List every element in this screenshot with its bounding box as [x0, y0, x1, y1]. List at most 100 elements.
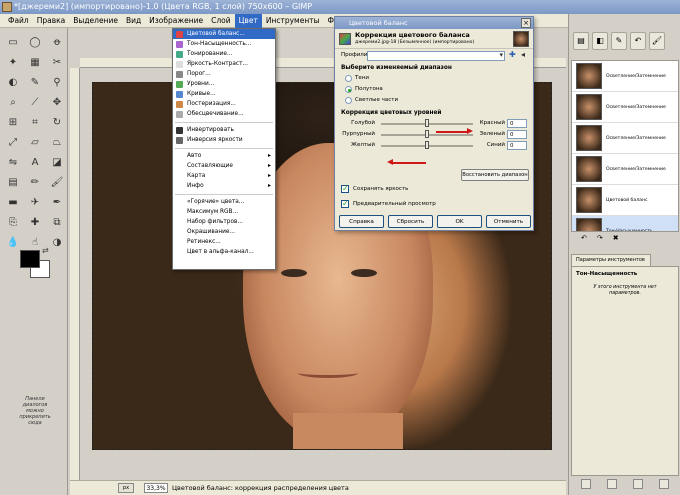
- color-menu-item-14[interactable]: Инфо ▸: [173, 181, 275, 191]
- color-menu-item-2[interactable]: Тонирование...: [173, 49, 275, 59]
- close-icon[interactable]: ×: [521, 18, 531, 28]
- range-option-0[interactable]: Тени: [335, 73, 533, 84]
- heal-tool-icon[interactable]: ✚: [26, 214, 44, 230]
- move-tool-icon[interactable]: ✥: [48, 94, 66, 110]
- color-select-tool-icon[interactable]: ▦: [26, 54, 44, 70]
- airbrush-tool-icon[interactable]: ✈: [26, 194, 44, 210]
- swap-colors-icon[interactable]: ⇄: [42, 246, 49, 255]
- paintbrush-tool-icon[interactable]: 🖌: [48, 174, 66, 190]
- zoom-field[interactable]: 33,3%: [144, 483, 168, 493]
- cancel-button[interactable]: Отменить: [486, 215, 531, 228]
- redo-icon[interactable]: ↷: [597, 234, 603, 248]
- pencil-tool-icon[interactable]: ✏: [26, 174, 44, 190]
- crop-tool-icon[interactable]: ⌗: [26, 114, 44, 130]
- preview-row[interactable]: Предварительный просмотр: [341, 198, 436, 210]
- eraser-tool-icon[interactable]: ▬: [4, 194, 22, 210]
- help-button[interactable]: Справка: [339, 215, 384, 228]
- color-menu-item-9[interactable]: Инвертировать: [173, 125, 275, 135]
- slider-handle[interactable]: [425, 130, 429, 138]
- shear-tool-icon[interactable]: ▱: [26, 134, 44, 150]
- tool-options-tab[interactable]: Параметры инструментов: [571, 254, 651, 266]
- range-option-2[interactable]: Светлые части: [335, 95, 533, 106]
- clone-tool-icon[interactable]: ⎘: [4, 214, 22, 230]
- profile-menu-icon[interactable]: ◂: [521, 50, 525, 59]
- color-menu-item-11[interactable]: Авто ▸: [173, 151, 275, 161]
- menu-item-0[interactable]: Файл: [4, 14, 33, 28]
- preserve-luminosity-checkbox[interactable]: [341, 183, 349, 195]
- range-radio[interactable]: [345, 97, 352, 104]
- paths-tab-icon[interactable]: ✎: [611, 32, 627, 50]
- preserve-luminosity-row[interactable]: Сохранять яркость: [341, 183, 408, 195]
- channels-tab-icon[interactable]: ◧: [592, 32, 608, 50]
- scissors-tool-icon[interactable]: ✂: [48, 54, 66, 70]
- range-radio[interactable]: [345, 86, 352, 93]
- fuzzy-select-tool-icon[interactable]: ✦: [4, 54, 22, 70]
- color-menu-item-15[interactable]: «Горячие» цвета...: [173, 197, 275, 207]
- delete-options-icon[interactable]: [633, 479, 643, 489]
- measure-tool-icon[interactable]: ⟋: [26, 94, 44, 110]
- add-profile-icon[interactable]: ✚: [509, 50, 516, 59]
- range-option-1[interactable]: Полутона: [335, 84, 533, 95]
- blur-tool-icon[interactable]: 💧: [4, 234, 22, 250]
- layers-tab-icon[interactable]: ▤: [573, 32, 589, 50]
- color-swatches[interactable]: ⇄: [20, 246, 54, 280]
- slider-value-spinbox[interactable]: 0: [507, 119, 527, 128]
- clear-history-icon[interactable]: ✖: [613, 234, 619, 248]
- color-menu-item-4[interactable]: Порог...: [173, 69, 275, 79]
- brushes-tab-icon[interactable]: 🖌: [649, 32, 665, 50]
- history-item[interactable]: Тон-Насыщенность: [572, 216, 678, 231]
- undo-icon[interactable]: ↶: [581, 234, 587, 248]
- scale-tool-icon[interactable]: ⤢: [4, 134, 22, 150]
- menu-item-7[interactable]: Инструменты: [262, 14, 324, 28]
- zoom-tool-icon[interactable]: ⌕: [4, 94, 22, 110]
- color-picker-tool-icon[interactable]: ⚲: [48, 74, 66, 90]
- ink-tool-icon[interactable]: ✒: [48, 194, 66, 210]
- preview-checkbox[interactable]: [341, 198, 349, 210]
- history-item[interactable]: Осветление/Затемнение: [572, 92, 678, 123]
- flip-tool-icon[interactable]: ⇋: [4, 154, 22, 170]
- color-menu-item-5[interactable]: Уровни...: [173, 79, 275, 89]
- vertical-ruler[interactable]: [70, 68, 80, 480]
- save-options-icon[interactable]: [581, 479, 591, 489]
- blend-tool-icon[interactable]: ▤: [4, 174, 22, 190]
- history-item[interactable]: Осветление/Затемнение: [572, 61, 678, 92]
- bucket-fill-tool-icon[interactable]: ◪: [48, 154, 66, 170]
- color-menu-item-1[interactable]: Тон-Насыщенность...: [173, 39, 275, 49]
- paths-tool-icon[interactable]: ✎: [26, 74, 44, 90]
- profile-combo[interactable]: [367, 51, 505, 61]
- color-menu-item-20[interactable]: Цвет в альфа-канал...: [173, 247, 275, 257]
- color-menu-item-8[interactable]: Обесцвечивание...: [173, 109, 275, 119]
- ellipse-select-tool-icon[interactable]: ◯: [26, 34, 44, 50]
- slider-handle[interactable]: [425, 119, 429, 127]
- align-tool-icon[interactable]: ⊞: [4, 114, 22, 130]
- dodge-burn-tool-icon[interactable]: ◑: [48, 234, 66, 250]
- color-menu-item-7[interactable]: Постеризация...: [173, 99, 275, 109]
- menu-item-5[interactable]: Слой: [207, 14, 235, 28]
- slider-value-spinbox[interactable]: 0: [507, 141, 527, 150]
- color-menu-item-0[interactable]: Цветовой баланс...: [173, 29, 275, 39]
- color-menu-item-16[interactable]: Максимум RGB...: [173, 207, 275, 217]
- restore-options-icon[interactable]: [607, 479, 617, 489]
- reset-range-button[interactable]: Восстановить диапазон: [461, 169, 529, 181]
- menu-item-6[interactable]: Цвет: [234, 13, 262, 28]
- menu-item-3[interactable]: Вид: [122, 14, 145, 28]
- color-menu-item-3[interactable]: Яркость-Контраст...: [173, 59, 275, 69]
- history-item[interactable]: Осветление/Затемнение: [572, 154, 678, 185]
- reset-button[interactable]: Сбросить: [388, 215, 433, 228]
- color-menu-item-17[interactable]: Набор фильтров...: [173, 217, 275, 227]
- color-menu-item-19[interactable]: Ретинекс...: [173, 237, 275, 247]
- color-menu-item-18[interactable]: Окрашивание...: [173, 227, 275, 237]
- reset-options-icon[interactable]: [659, 479, 669, 489]
- color-menu-item-13[interactable]: Карта ▸: [173, 171, 275, 181]
- rect-select-tool-icon[interactable]: ▭: [4, 34, 22, 50]
- menu-item-4[interactable]: Изображение: [145, 14, 207, 28]
- color-menu-item-6[interactable]: Кривые...: [173, 89, 275, 99]
- menu-item-1[interactable]: Правка: [33, 14, 70, 28]
- range-radio[interactable]: [345, 75, 352, 82]
- history-item[interactable]: Цветовой баланс: [572, 185, 678, 216]
- foreground-select-tool-icon[interactable]: ◐: [4, 74, 22, 90]
- slider-value-spinbox[interactable]: 0: [507, 130, 527, 139]
- text-tool-icon[interactable]: A: [26, 154, 44, 170]
- color-menu-item-10[interactable]: Инверсия яркости: [173, 135, 275, 145]
- perspective-clone-tool-icon[interactable]: ⧉: [48, 214, 66, 230]
